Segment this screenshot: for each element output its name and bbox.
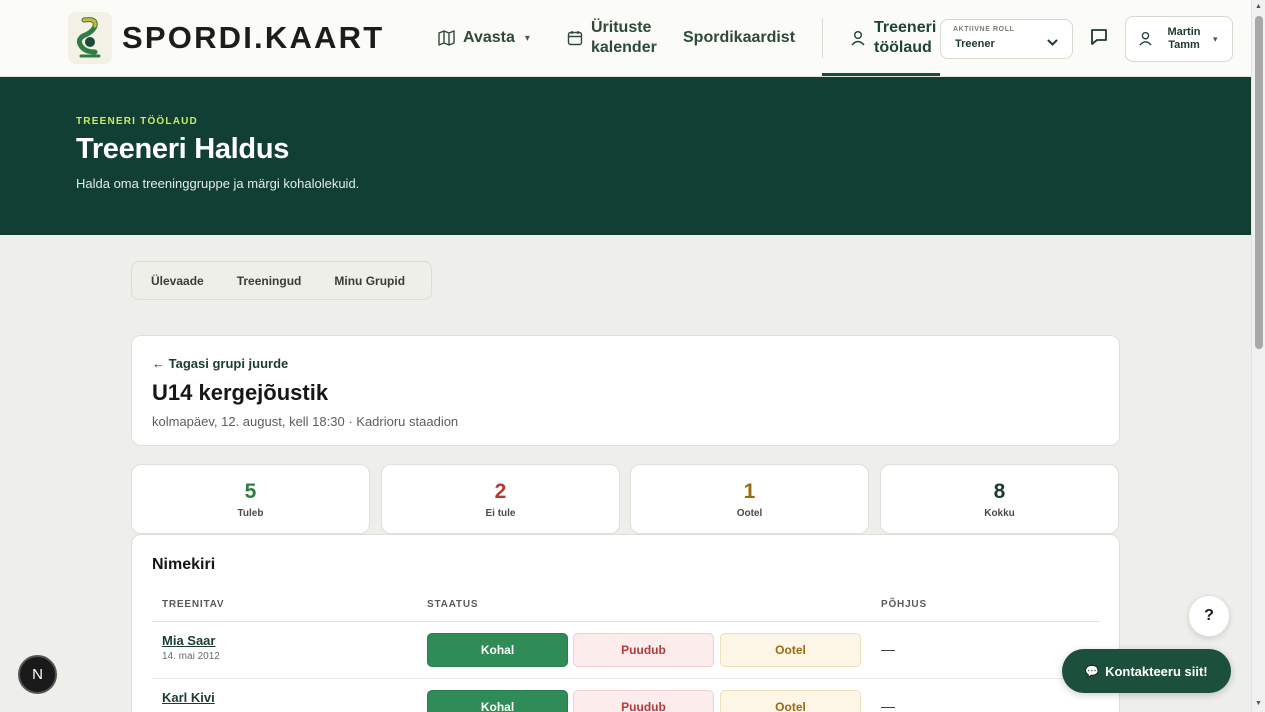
status-present-button[interactable]: Kohal: [427, 690, 568, 712]
nav-event-calendar[interactable]: Ürituste kalender: [567, 0, 657, 76]
hero-eyebrow: TREENERI TÖÖLAUD: [76, 116, 198, 127]
page-title: Treeneri Haldus: [76, 133, 290, 165]
nav-divider: [822, 18, 823, 58]
stat-card-attending: 5 Tuleb: [131, 464, 370, 534]
active-role-value: Treener: [955, 38, 995, 50]
stat-card-pending: 1 Ootel: [630, 464, 869, 534]
page-hero: TREENERI TÖÖLAUD Treeneri Haldus Halda o…: [0, 77, 1251, 235]
column-header-trainee: TREENITAV: [162, 599, 225, 610]
user-first-name: Martin: [1167, 26, 1201, 38]
chevron-down-icon: [1047, 34, 1058, 52]
stat-value: 2: [494, 480, 507, 503]
scroll-up-arrow-icon[interactable]: ▲: [1255, 3, 1262, 10]
row-divider: [152, 678, 1100, 679]
calendar-icon: [567, 30, 583, 46]
status-absent-button[interactable]: Puudub: [573, 633, 714, 667]
status-present-button[interactable]: Kohal: [427, 633, 568, 667]
runner-logo-icon: [76, 17, 101, 58]
trainee-name-link[interactable]: Karl Kivi: [162, 690, 215, 705]
tab-my-groups[interactable]: Minu Grupid: [301, 274, 405, 288]
chat-bubble-icon: 💬: [1085, 665, 1100, 678]
tab-overview[interactable]: Ülevaade: [132, 274, 204, 288]
nav-avasta-label: Avasta: [463, 29, 515, 46]
brand-logo[interactable]: [68, 12, 112, 64]
nav-spordikaardist[interactable]: Spordikaardist: [683, 0, 795, 76]
contact-us-label: Kontakteeru siit!: [1105, 663, 1208, 679]
stat-label: Ei tule: [485, 508, 516, 519]
roster-card: Nimekiri TREENITAV STAATUS PÕHJUS Mia Sa…: [131, 534, 1120, 712]
user-last-name: Tamm: [1168, 39, 1200, 51]
page-subtitle: Halda oma treeninggruppe ja märgi kohalo…: [76, 176, 360, 191]
chat-bubble-icon: [1089, 27, 1109, 52]
stat-card-not-attending: 2 Ei tule: [381, 464, 620, 534]
absence-reason: —: [881, 698, 895, 712]
table-row: Mia Saar 14. mai 2012: [162, 633, 220, 662]
trainee-name-link[interactable]: Mia Saar: [162, 633, 220, 648]
status-pending-button[interactable]: Ootel: [720, 690, 861, 712]
stat-label: Tuleb: [237, 508, 264, 519]
nav-coach-label-2: töölaud: [874, 39, 932, 56]
user-icon: [1138, 31, 1153, 51]
stat-card-total: 8 Kokku: [880, 464, 1119, 534]
session-info-card: ← Tagasi grupi juurde U14 kergejõustik k…: [131, 335, 1120, 446]
user-menu[interactable]: Martin Tamm ▾: [1125, 16, 1233, 62]
top-navigation: SPORDI.KAART Avasta ▾ Ürituste kalender …: [0, 0, 1251, 77]
column-header-reason: PÕHJUS: [881, 599, 927, 610]
messages-button[interactable]: [1086, 27, 1112, 51]
absence-reason: —: [881, 641, 895, 657]
nav-calendar-label-2: kalender: [591, 39, 657, 56]
session-title: U14 kergejõustik: [152, 380, 329, 405]
scroll-down-arrow-icon[interactable]: ▼: [1255, 700, 1262, 707]
stat-label: Ootel: [736, 508, 763, 519]
chevron-down-icon: ▾: [1213, 34, 1218, 44]
user-icon: [850, 30, 866, 46]
status-absent-button[interactable]: Puudub: [573, 690, 714, 712]
nav-calendar-label-1: Ürituste: [591, 19, 652, 36]
nav-coach-label-1: Treeneri: [874, 19, 937, 36]
roster-heading: Nimekiri: [152, 556, 216, 573]
scrollbar-thumb[interactable]: [1255, 16, 1263, 349]
tab-trainings[interactable]: Treeningud: [204, 274, 302, 288]
active-role-select[interactable]: AKTIIVNE ROLL Treener: [940, 19, 1073, 59]
stat-value: 8: [993, 480, 1006, 503]
status-pending-button[interactable]: Ootel: [720, 633, 861, 667]
stat-label: Kokku: [984, 508, 1015, 519]
help-button[interactable]: ?: [1188, 595, 1230, 637]
column-header-status: STAATUS: [427, 599, 479, 610]
stat-value: 1: [743, 480, 756, 503]
stat-value: 5: [244, 480, 257, 503]
session-meta: kolmapäev, 12. august, kell 18:30 · Kadr…: [152, 414, 459, 429]
active-nav-indicator: [822, 73, 940, 76]
map-icon: [438, 30, 455, 46]
nav-avasta[interactable]: Avasta ▾: [438, 0, 530, 76]
back-to-group-link[interactable]: ← Tagasi grupi juurde: [152, 356, 288, 371]
brand-name[interactable]: SPORDI.KAART: [122, 20, 384, 56]
contact-us-button[interactable]: 💬 Kontakteeru siit!: [1062, 649, 1231, 693]
page-scrollbar[interactable]: ▲ ▼: [1251, 0, 1265, 712]
dev-tools-badge[interactable]: N: [18, 655, 57, 694]
header-divider: [152, 621, 1100, 622]
trainee-dob: 14. mai 2012: [162, 651, 220, 662]
section-tabs: Ülevaade Treeningud Minu Grupid: [131, 261, 432, 300]
chevron-down-icon: ▾: [524, 32, 530, 44]
active-role-label: AKTIIVNE ROLL: [953, 26, 1015, 33]
nav-coach-dashboard[interactable]: Treeneri töölaud: [850, 0, 936, 76]
table-row: Karl Kivi: [162, 690, 215, 708]
